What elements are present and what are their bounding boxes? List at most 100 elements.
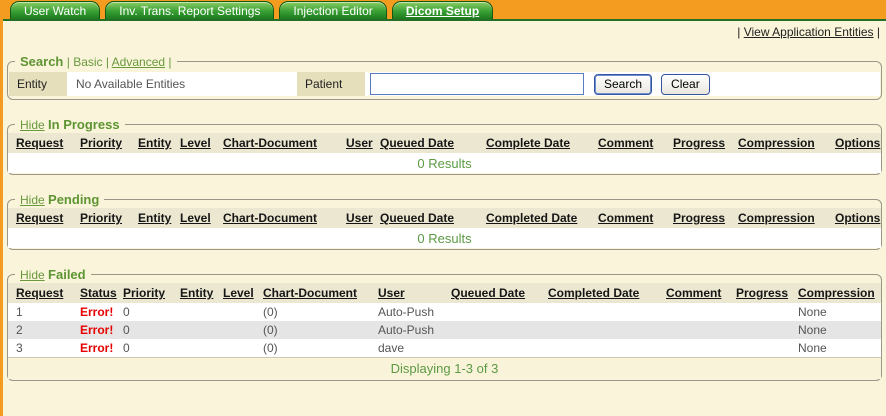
table-cell-status: Error!	[72, 321, 115, 339]
separator: |	[106, 55, 109, 69]
column-header-completed-date[interactable]: Completed Date	[478, 208, 590, 228]
table-cell-priority: 0	[115, 303, 172, 321]
tab-inv-trans-report-settings[interactable]: Inv. Trans. Report Settings	[105, 1, 274, 19]
table-cell-request: 2	[8, 321, 72, 339]
table-cell-chart-document: (0)	[255, 303, 370, 321]
table-row: 1Error!0(0)Auto-PushNone	[8, 303, 881, 321]
failed-title: Failed	[48, 267, 86, 282]
separator: |	[67, 55, 70, 69]
patient-input[interactable]	[370, 73, 584, 95]
column-header-queued-date[interactable]: Queued Date	[443, 283, 540, 303]
table-cell-level	[215, 303, 255, 321]
table-cell-compression: None	[790, 339, 881, 358]
clear-button[interactable]: Clear	[661, 74, 710, 95]
table-cell-completed-date	[540, 321, 658, 339]
column-header-priority[interactable]: Priority	[115, 283, 172, 303]
entity-value: No Available Entities	[67, 77, 297, 91]
column-header-progress[interactable]: Progress	[665, 208, 730, 228]
column-header-chart-document[interactable]: Chart-Document	[215, 133, 338, 153]
column-header-entity[interactable]: Entity	[130, 133, 172, 153]
column-header-comment[interactable]: Comment	[590, 133, 665, 153]
table-cell-chart-document: (0)	[255, 339, 370, 358]
advanced-link[interactable]: Advanced	[112, 55, 165, 69]
in-progress-legend: Hide In Progress	[15, 117, 125, 132]
table-header-row: RequestPriorityEntityLevelChart-Document…	[8, 208, 881, 228]
view-application-entities-link[interactable]: View Application Entities	[744, 25, 874, 39]
tab-dicom-setup[interactable]: Dicom Setup	[392, 1, 493, 19]
table-cell-comment	[658, 339, 728, 358]
search-button[interactable]: Search	[594, 74, 652, 95]
in-progress-table: RequestPriorityEntityLevelChart-Document…	[8, 133, 881, 173]
basic-link[interactable]: Basic	[73, 55, 102, 69]
table-cell-entity	[172, 339, 215, 358]
column-header-entity[interactable]: Entity	[172, 283, 215, 303]
column-header-request[interactable]: Request	[8, 208, 72, 228]
results-count-text: 0 Results	[8, 228, 881, 248]
column-header-queued-date[interactable]: Queued Date	[372, 208, 478, 228]
table-footer-row: Displaying 1-3 of 3	[8, 358, 881, 380]
column-header-request[interactable]: Request	[8, 133, 72, 153]
column-header-user[interactable]: User	[370, 283, 443, 303]
column-header-status[interactable]: Status	[72, 283, 115, 303]
pending-table: RequestPriorityEntityLevelChart-Document…	[8, 208, 881, 248]
column-header-request[interactable]: Request	[8, 283, 72, 303]
column-header-completed-date[interactable]: Completed Date	[540, 283, 658, 303]
table-cell-comment	[658, 321, 728, 339]
results-count-text: 0 Results	[8, 153, 881, 173]
table-cell-compression: None	[790, 303, 881, 321]
pending-title: Pending	[48, 192, 99, 207]
column-header-compression[interactable]: Compression	[790, 283, 881, 303]
column-header-options[interactable]: Options	[827, 208, 881, 228]
search-fieldset: Search | Basic | Advanced | Entity No Av…	[7, 54, 882, 100]
column-header-level[interactable]: Level	[215, 283, 255, 303]
failed-fieldset: Hide Failed RequestStatusPriorityEntityL…	[7, 267, 882, 381]
search-row: Entity No Available Entities Patient Sea…	[9, 72, 880, 96]
hide-in-progress-link[interactable]: Hide	[20, 118, 45, 132]
dicom-setup-page: User Watch Inv. Trans. Report Settings I…	[0, 0, 886, 416]
failed-legend: Hide Failed	[15, 267, 91, 282]
table-cell-level	[215, 321, 255, 339]
column-header-progress[interactable]: Progress	[728, 283, 790, 303]
hide-failed-link[interactable]: Hide	[20, 268, 45, 282]
table-cell-priority: 0	[115, 339, 172, 358]
pipe: |	[874, 25, 880, 39]
table-cell-priority: 0	[115, 321, 172, 339]
column-header-entity[interactable]: Entity	[130, 208, 172, 228]
table-header-row: RequestStatusPriorityEntityLevelChart-Do…	[8, 283, 881, 303]
column-header-queued-date[interactable]: Queued Date	[372, 133, 478, 153]
column-header-priority[interactable]: Priority	[72, 133, 130, 153]
search-title: Search	[20, 54, 63, 69]
top-link-row: | View Application Entities |	[3, 21, 886, 40]
column-header-compression[interactable]: Compression	[730, 133, 827, 153]
table-cell-queued-date	[443, 303, 540, 321]
column-header-level[interactable]: Level	[172, 133, 215, 153]
table-cell-user: Auto-Push	[370, 321, 443, 339]
tab-user-watch[interactable]: User Watch	[10, 1, 100, 19]
table-row: 2Error!0(0)Auto-PushNone	[8, 321, 881, 339]
failed-table: RequestStatusPriorityEntityLevelChart-Do…	[8, 283, 881, 379]
column-header-user[interactable]: User	[338, 133, 372, 153]
column-header-level[interactable]: Level	[172, 208, 215, 228]
column-header-user[interactable]: User	[338, 208, 372, 228]
hide-pending-link[interactable]: Hide	[20, 193, 45, 207]
search-legend: Search | Basic | Advanced |	[15, 54, 177, 69]
empty-results-row: 0 Results	[8, 228, 881, 248]
tab-label: User Watch	[24, 4, 86, 18]
empty-results-row: 0 Results	[8, 153, 881, 173]
column-header-options[interactable]: Options	[827, 133, 881, 153]
table-cell-completed-date	[540, 303, 658, 321]
pending-legend: Hide Pending	[15, 192, 104, 207]
column-header-complete-date[interactable]: Complete Date	[478, 133, 590, 153]
table-cell-request: 1	[8, 303, 72, 321]
tab-label: Inv. Trans. Report Settings	[119, 4, 260, 18]
tab-bar: User Watch Inv. Trans. Report Settings I…	[3, 0, 886, 21]
column-header-chart-document[interactable]: Chart-Document	[215, 208, 338, 228]
column-header-comment[interactable]: Comment	[658, 283, 728, 303]
column-header-comment[interactable]: Comment	[590, 208, 665, 228]
column-header-priority[interactable]: Priority	[72, 208, 130, 228]
column-header-progress[interactable]: Progress	[665, 133, 730, 153]
column-header-compression[interactable]: Compression	[730, 208, 827, 228]
table-cell-entity	[172, 303, 215, 321]
tab-injection-editor[interactable]: Injection Editor	[279, 1, 386, 19]
column-header-chart-document[interactable]: Chart-Document	[255, 283, 370, 303]
